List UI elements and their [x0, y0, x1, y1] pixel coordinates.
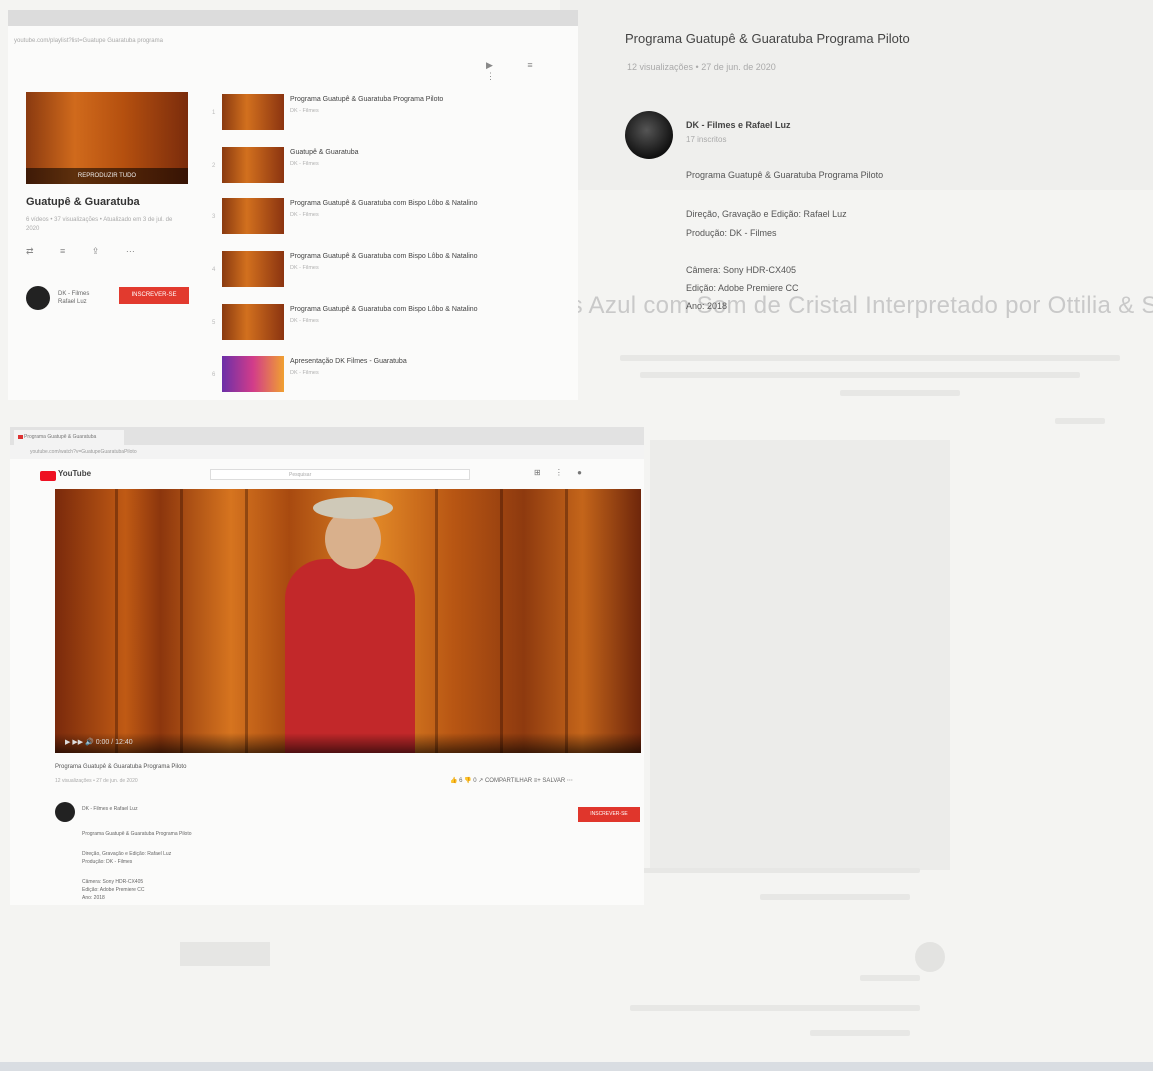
background-text-line: [810, 1030, 910, 1036]
browser-tab[interactable]: Programa Guatupê & Guaratuba: [14, 430, 124, 445]
description-line: Programa Guatupê & Guaratuba Programa Pi…: [82, 831, 192, 837]
video-stats: 12 visualizações • 27 de jun. de 2020: [55, 778, 138, 784]
description-line: Ano: 2018: [82, 895, 105, 901]
video-player[interactable]: [55, 489, 641, 753]
channel-name[interactable]: DK - Filmes e Rafael Luz: [82, 806, 138, 812]
browser-top-bar: [8, 10, 578, 26]
list-item-channel: DK - Filmes: [290, 318, 319, 324]
list-item[interactable]: 1 Programa Guatupê & Guaratuba Programa …: [212, 90, 578, 138]
playlist-title: Guatupê & Guaratuba: [26, 196, 140, 208]
video-thumbnail[interactable]: [222, 251, 284, 287]
list-item-channel: DK - Filmes: [290, 212, 319, 218]
list-tool-icons[interactable]: ▶ ≡ ⋮: [486, 60, 578, 82]
list-item-index: 1: [212, 110, 216, 116]
list-item-title[interactable]: Guatupê & Guaratuba: [290, 149, 359, 156]
list-item-channel: DK - Filmes: [290, 265, 319, 271]
description-line: Câmera: Sony HDR-CX405: [82, 879, 144, 885]
address-text: youtube.com/playlist?list=Guatupe Guarat…: [14, 38, 163, 44]
list-item-title[interactable]: Programa Guatupê & Guaratuba com Bispo L…: [290, 253, 478, 260]
list-item-index: 4: [212, 267, 216, 273]
video-thumbnail[interactable]: [222, 356, 284, 392]
video-title: Programa Guatupê & Guaratuba Programa Pi…: [625, 31, 910, 46]
video-stats: 12 visualizações • 27 de jun. de 2020: [627, 62, 776, 72]
list-item-channel: DK - Filmes: [290, 108, 319, 114]
background-bottom-bar: [0, 1062, 1153, 1071]
description-line: Produção: DK - Filmes: [686, 228, 777, 238]
player-controls[interactable]: ▶ ▶▶ 🔊 0:00 / 12:40: [55, 733, 641, 753]
avatar[interactable]: [625, 111, 673, 159]
url-bar[interactable]: youtube.com/watch?v=GuatupeGuaratubaPilo…: [10, 445, 644, 459]
list-item[interactable]: 6 Apresentação DK Filmes - Guaratuba DK …: [212, 352, 578, 400]
search-input[interactable]: Pesquisar: [210, 469, 470, 480]
list-item-index: 2: [212, 163, 216, 169]
background-text-line: [1055, 418, 1105, 424]
youtube-logo-text[interactable]: YouTube: [58, 469, 94, 481]
avatar[interactable]: [55, 802, 75, 822]
channel-subscribers: 17 inscritos: [686, 135, 727, 144]
description-line: Produção: DK - Filmes: [82, 859, 133, 865]
wood-plank-line: [565, 489, 568, 753]
subscribe-button[interactable]: INSCREVER-SE: [119, 287, 189, 304]
list-item-index: 3: [212, 214, 216, 220]
playlist-meta: 6 vídeos • 37 visualizações • Atualizado…: [26, 217, 173, 232]
avatar[interactable]: [26, 286, 50, 310]
header-icons[interactable]: ⊞ ⋮ ●: [534, 468, 588, 477]
background-headline: Boats Azul com Som de Cristal Interpreta…: [520, 292, 1153, 319]
video-thumbnail[interactable]: [222, 304, 284, 340]
description-line: Edição: Adobe Premiere CC: [82, 887, 145, 893]
play-all-overlay[interactable]: REPRODUZIR TUDO: [26, 168, 188, 184]
like-share-bar[interactable]: 👍 6 👎 0 ↗ COMPARTILHAR ≡+ SALVAR ⋯: [450, 777, 573, 784]
background-text-line: [760, 894, 910, 900]
description-line: Edição: Adobe Premiere CC: [686, 283, 799, 293]
background-text-line: [840, 390, 960, 396]
list-item-index: 6: [212, 372, 216, 378]
list-item-title[interactable]: Programa Guatupê & Guaratuba Programa Pi…: [290, 96, 443, 103]
list-item-title[interactable]: Programa Guatupê & Guaratuba com Bispo L…: [290, 200, 478, 207]
youtube-favicon-icon: [18, 435, 23, 439]
background-text-line: [640, 372, 1080, 378]
description-line: Direção, Gravação e Edição: Rafael Luz: [82, 851, 172, 857]
list-item-channel: DK - Filmes: [290, 370, 319, 376]
background-text-line: [620, 355, 1120, 361]
list-item[interactable]: 3 Programa Guatupê & Guaratuba com Bispo…: [212, 194, 578, 242]
subscribe-button[interactable]: INSCREVER-SE: [578, 807, 640, 822]
list-item[interactable]: 5 Programa Guatupê & Guaratuba com Bispo…: [212, 300, 578, 348]
video-thumbnail[interactable]: [222, 147, 284, 183]
person-figure: [285, 559, 415, 753]
list-item-title[interactable]: Apresentação DK Filmes - Guaratuba: [290, 358, 407, 365]
description-line: Direção, Gravação e Edição: Rafael Luz: [686, 209, 847, 219]
description-line: Ano: 2018: [686, 301, 728, 311]
list-item[interactable]: 2 Guatupê & Guaratuba DK - Filmes: [212, 143, 578, 191]
background-button: [180, 942, 270, 966]
background-avatar: [915, 942, 945, 972]
wood-plank-line: [500, 489, 503, 753]
video-title: Programa Guatupê & Guaratuba Programa Pi…: [55, 764, 187, 770]
background-text-line: [630, 1005, 920, 1011]
owner-name: DK - Filmes: [58, 291, 90, 297]
background-image-block: [650, 440, 950, 870]
video-thumbnail[interactable]: [222, 198, 284, 234]
channel-name[interactable]: DK - Filmes e Rafael Luz: [686, 120, 791, 130]
background-blur-block: [560, 0, 1153, 190]
youtube-logo-icon: [40, 471, 56, 481]
wood-plank-line: [435, 489, 438, 753]
owner-sub: Rafael Luz: [58, 299, 87, 305]
player-screenshot-panel: Programa Guatupê & Guaratuba youtube.com…: [10, 427, 644, 905]
list-item-title[interactable]: Programa Guatupê & Guaratuba com Bispo L…: [290, 306, 478, 313]
list-item[interactable]: 4 Programa Guatupê & Guaratuba com Bispo…: [212, 247, 578, 295]
playlist-action-icons[interactable]: ⇄ ≡ ⇪ ⋯: [26, 246, 147, 257]
video-thumbnail[interactable]: [222, 94, 284, 130]
wood-plank-line: [245, 489, 248, 753]
description-title: Programa Guatupê & Guaratuba Programa Pi…: [686, 170, 884, 180]
list-item-channel: DK - Filmes: [290, 161, 319, 167]
wood-plank-line: [115, 489, 118, 753]
wood-plank-line: [180, 489, 183, 753]
description-line: Câmera: Sony HDR-CX405: [686, 265, 797, 275]
list-item-index: 5: [212, 320, 216, 326]
playlist-screenshot-panel: youtube.com/playlist?list=Guatupe Guarat…: [8, 10, 578, 400]
person-hat: [313, 497, 393, 519]
playlist-owner: DK - Filmes Rafael Luz: [58, 290, 89, 306]
background-text-line: [860, 975, 920, 981]
